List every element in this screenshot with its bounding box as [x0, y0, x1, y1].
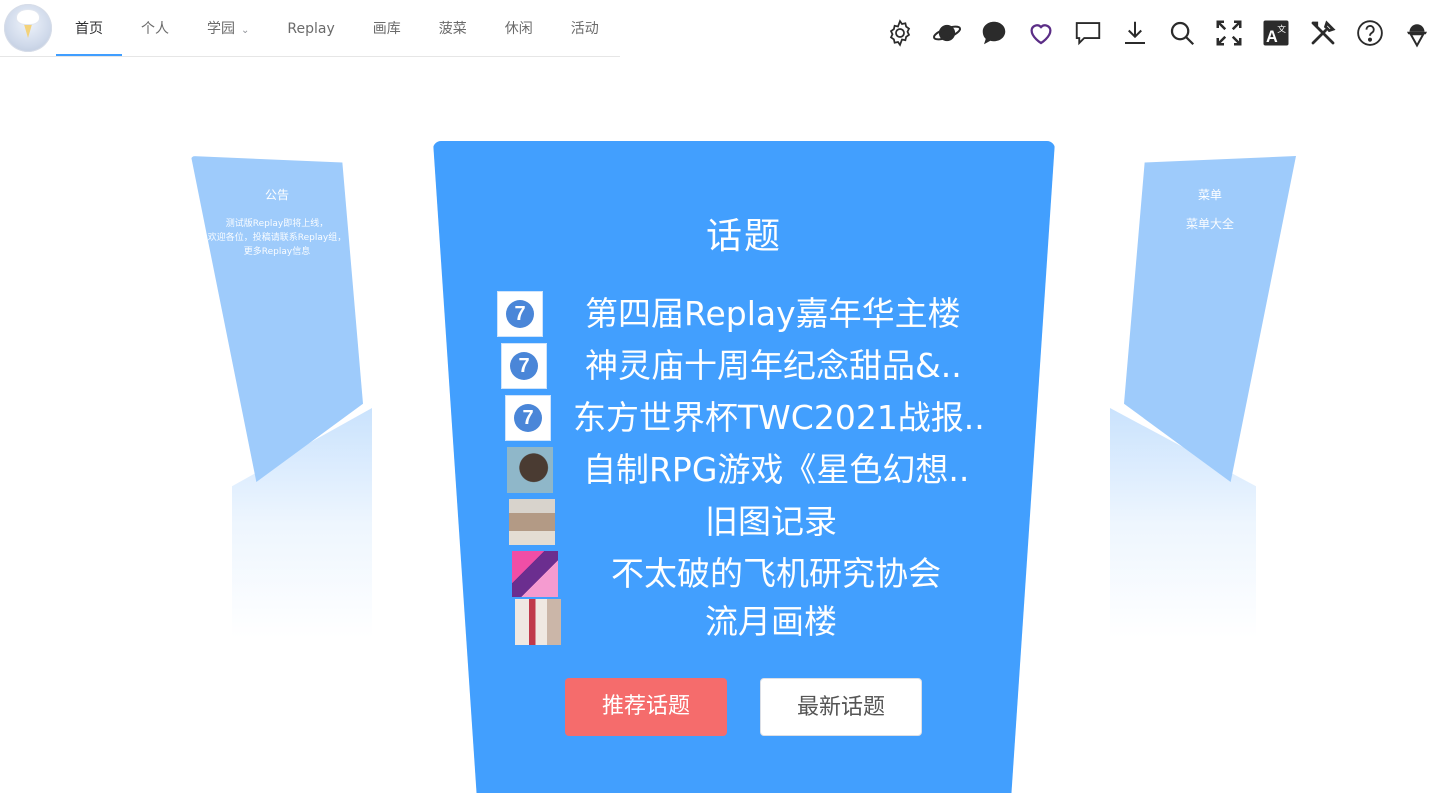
topic-item[interactable]: 7 第四届Replay嘉年华主楼 — [433, 289, 1055, 339]
topic-title: 神灵庙十周年纪念甜品&.. — [585, 346, 962, 385]
topic-title: 东方世界杯TWC2021战报.. — [573, 398, 985, 437]
announcement-line: 测试版Replay即将上线， — [225, 219, 329, 229]
tab-home[interactable]: 首页 — [56, 0, 122, 56]
topic-item[interactable]: 7 神灵庙十周年纪念甜品&.. — [433, 341, 1055, 391]
tab-label: 休闲 — [504, 21, 533, 37]
help-icon[interactable] — [1346, 10, 1393, 56]
ice-cream-logo-icon[interactable] — [4, 4, 52, 52]
topic-title: 自制RPG游戏《星色幻想.. — [583, 450, 970, 489]
announcement-line: 欢迎各位，投稿请联系Replay组， — [207, 233, 347, 243]
search-icon[interactable] — [1158, 10, 1205, 56]
chat-bubble-filled-icon[interactable] — [970, 10, 1017, 56]
menu-line: 菜单大全 — [1185, 217, 1234, 231]
download-icon[interactable] — [1111, 10, 1158, 56]
gear-icon[interactable] — [876, 10, 923, 56]
svg-text:A: A — [1266, 28, 1278, 46]
svg-text:文: 文 — [1277, 23, 1286, 35]
topics-title: 话题 — [705, 216, 782, 257]
announcement-line: 更多Replay信息 — [243, 247, 311, 257]
topic-item[interactable]: 流月画楼 — [433, 597, 1055, 647]
tab-label: Replay — [287, 21, 335, 37]
topic-title: 不太破的飞机研究协会 — [611, 554, 941, 593]
topic-title: 第四届Replay嘉年华主楼 — [585, 294, 961, 333]
topics-card: 话题 7 第四届Replay嘉年华主楼 7 神灵庙十周年纪念甜品&.. 7 东方… — [433, 141, 1055, 793]
topic-item[interactable]: 自制RPG游戏《星色幻想.. — [433, 445, 1055, 495]
topic-thumbnail — [515, 599, 561, 645]
topic-thumbnail — [509, 499, 555, 545]
tab-events[interactable]: 活动 — [552, 0, 618, 56]
chevron-down-icon: ⌄ — [241, 25, 250, 36]
heart-icon[interactable] — [1017, 10, 1064, 56]
topic-item[interactable]: 不太破的飞机研究协会 — [433, 549, 1055, 599]
message-icon[interactable] — [1064, 10, 1111, 56]
topic-item[interactable]: 7 东方世界杯TWC2021战报.. — [433, 393, 1055, 443]
tab-label: 个人 — [141, 21, 169, 37]
latest-topics-button[interactable]: 最新话题 — [760, 678, 922, 736]
planet-icon[interactable] — [923, 10, 970, 56]
tab-replay[interactable]: Replay — [268, 0, 353, 56]
tools-icon[interactable] — [1299, 10, 1346, 56]
topic-thumbnail: 7 — [505, 395, 551, 441]
tab-gallery[interactable]: 画库 — [354, 0, 420, 56]
tab-label: 菠菜 — [438, 21, 467, 37]
top-nav: 首页 个人 学园 ⌄ Replay 画库 菠菜 休闲 活动 — [0, 0, 620, 57]
tab-label: 活动 — [570, 21, 599, 37]
seven-badge-icon: 7 — [510, 352, 538, 380]
tab-label: 画库 — [372, 21, 401, 37]
seven-badge-icon: 7 — [514, 404, 542, 432]
announcement-title: 公告 — [264, 188, 289, 202]
topic-title: 流月画楼 — [705, 602, 837, 641]
menu-title: 菜单 — [1197, 188, 1222, 202]
recommended-topics-button[interactable]: 推荐话题 — [565, 678, 727, 736]
topic-thumbnail — [507, 447, 553, 493]
tab-label: 学园 — [207, 21, 235, 37]
tab-personal[interactable]: 个人 — [122, 0, 188, 56]
topic-thumbnail: 7 — [497, 291, 543, 337]
topic-thumbnail: 7 — [501, 343, 547, 389]
fullscreen-icon[interactable] — [1205, 10, 1252, 56]
tab-academy[interactable]: 学园 ⌄ — [188, 0, 268, 56]
tab-label: 首页 — [75, 21, 103, 37]
seven-badge-icon: 7 — [506, 300, 534, 328]
translate-icon[interactable]: A文 — [1252, 10, 1299, 56]
tab-spinach[interactable]: 菠菜 — [420, 0, 486, 56]
nav-tabs: 首页 个人 学园 ⌄ Replay 画库 菠菜 休闲 活动 — [56, 0, 618, 56]
topic-item[interactable]: 旧图记录 — [433, 497, 1055, 547]
topic-title: 旧图记录 — [705, 502, 837, 541]
topic-thumbnail — [512, 551, 558, 597]
ice-cream-icon[interactable] — [1393, 10, 1440, 56]
tab-leisure[interactable]: 休闲 — [486, 0, 552, 56]
toolbar: A文 — [876, 10, 1440, 56]
